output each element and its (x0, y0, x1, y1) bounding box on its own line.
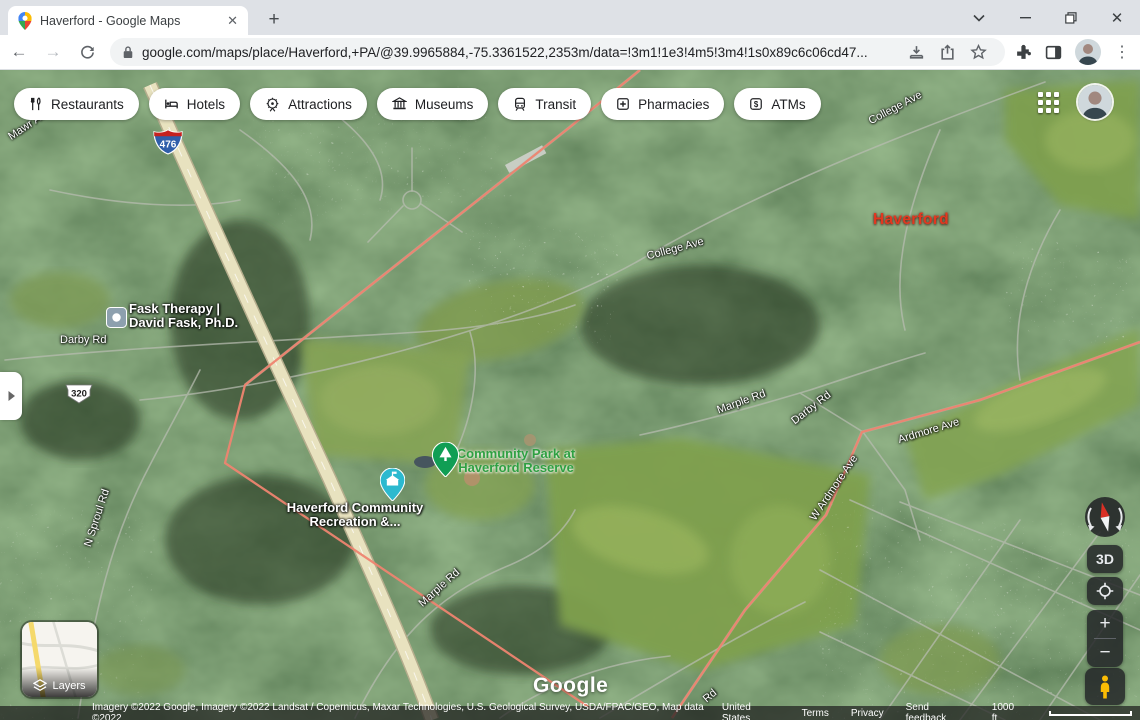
scale-bar (1049, 711, 1132, 716)
my-location-icon (1096, 582, 1114, 600)
interstate-476-shield: 476 (153, 129, 183, 155)
tab-close-icon[interactable]: ✕ (227, 13, 238, 29)
terms-link[interactable]: Terms (802, 708, 829, 719)
pharmacies-icon (616, 97, 630, 111)
poi-label-haverford-recreation[interactable]: Haverford Community Recreation &... (275, 501, 435, 529)
expand-arrow-icon (7, 390, 16, 402)
chip-transit[interactable]: Transit (498, 88, 591, 120)
3d-toggle-button[interactable]: 3D (1087, 545, 1123, 573)
poi-label-fask-therapy[interactable]: Fask Therapy | David Fask, Ph.D. (129, 302, 238, 330)
zoom-in-button[interactable]: + (1087, 610, 1123, 638)
privacy-link[interactable]: Privacy (851, 708, 884, 719)
back-button[interactable]: ← (4, 37, 34, 67)
bookmark-star-icon[interactable] (970, 44, 987, 61)
extensions-puzzle-icon[interactable] (1015, 44, 1032, 61)
chip-pharmacies[interactable]: Pharmacies (601, 88, 724, 120)
restaurants-icon (29, 97, 43, 111)
layers-icon (33, 679, 47, 692)
museums-icon (392, 97, 407, 111)
browser-toolbar: ← → google.com/maps/place/Haverford,+PA/… (0, 35, 1140, 70)
window-close-button[interactable]: ✕ (1094, 0, 1140, 35)
chip-atms[interactable]: $ ATMs (734, 88, 820, 120)
browser-tab[interactable]: Haverford - Google Maps ✕ (8, 6, 248, 35)
restore-button[interactable] (1048, 0, 1094, 35)
share-icon[interactable] (939, 44, 956, 61)
google-maps-favicon (18, 12, 32, 30)
map-attribution-bar: Imagery ©2022 Google, Imagery ©2022 Land… (0, 706, 1140, 720)
pegman-icon (1097, 675, 1113, 699)
reload-button[interactable] (72, 37, 102, 67)
chip-hotels[interactable]: Hotels (149, 88, 240, 120)
chip-attractions[interactable]: Attractions (250, 88, 367, 120)
recreation-center-pin[interactable] (380, 468, 405, 501)
transit-icon (513, 97, 527, 112)
browser-tab-bar: Haverford - Google Maps ✕ + ✕ (0, 0, 1140, 35)
account-avatar[interactable] (1078, 85, 1112, 119)
browser-menu-icon[interactable]: ⋮ (1114, 42, 1130, 62)
satellite-map[interactable]: Mawr Av College Ave College Ave Haverfor… (0, 70, 1140, 720)
imagery-credits: Imagery ©2022 Google, Imagery ©2022 Land… (92, 702, 722, 720)
scale-label: 1000 ft (992, 702, 1021, 720)
lock-icon (122, 45, 134, 59)
zoom-out-button[interactable]: − (1087, 639, 1123, 667)
road-label-darby-rd-left: Darby Rd (60, 334, 106, 346)
side-panel-icon[interactable] (1045, 44, 1062, 61)
svg-text:$: $ (754, 100, 759, 109)
tab-title: Haverford - Google Maps (40, 14, 219, 28)
google-watermark: Google (533, 674, 608, 698)
expand-side-panel-button[interactable] (0, 372, 22, 420)
google-apps-grid-icon[interactable] (1038, 92, 1060, 114)
category-chips: Restaurants Hotels Attractions Museums T… (14, 88, 821, 120)
url-text: google.com/maps/place/Haverford,+PA/@39.… (142, 45, 900, 60)
profile-avatar[interactable] (1075, 39, 1101, 65)
atms-icon: $ (749, 97, 763, 111)
chip-restaurants[interactable]: Restaurants (14, 88, 139, 120)
route-320-shield: 320 (63, 383, 95, 405)
toolbar-extensions-area: ⋮ (1011, 39, 1140, 65)
svg-text:320: 320 (71, 389, 87, 400)
install-icon[interactable] (908, 44, 925, 61)
layers-label-row: Layers (22, 667, 97, 697)
minimize-button[interactable] (1002, 0, 1048, 35)
window-controls: ✕ (956, 0, 1140, 35)
tab-search-chevron-icon[interactable] (956, 0, 1002, 35)
new-tab-button[interactable]: + (260, 6, 288, 34)
country-label: United States (722, 702, 780, 720)
attractions-icon (265, 97, 280, 112)
chip-museums[interactable]: Museums (377, 88, 489, 120)
zoom-controls: + − (1087, 610, 1123, 667)
community-park-pin[interactable] (432, 442, 459, 477)
place-label-haverford: Haverford (873, 211, 949, 229)
svg-text:476: 476 (160, 140, 177, 151)
compass-control[interactable] (1083, 495, 1127, 539)
hotels-icon (164, 97, 179, 111)
send-feedback-link[interactable]: Send feedback (906, 702, 970, 720)
poi-label-community-park[interactable]: Community Park at Haverford Reserve (436, 447, 596, 475)
pegman-button[interactable] (1085, 668, 1125, 705)
fask-therapy-poi-icon[interactable] (106, 307, 127, 328)
layers-button[interactable]: Layers (22, 622, 97, 697)
my-location-button[interactable] (1087, 577, 1123, 605)
satellite-imagery (0, 70, 1140, 720)
forward-button[interactable]: → (38, 37, 68, 67)
address-bar[interactable]: google.com/maps/place/Haverford,+PA/@39.… (110, 38, 1005, 66)
